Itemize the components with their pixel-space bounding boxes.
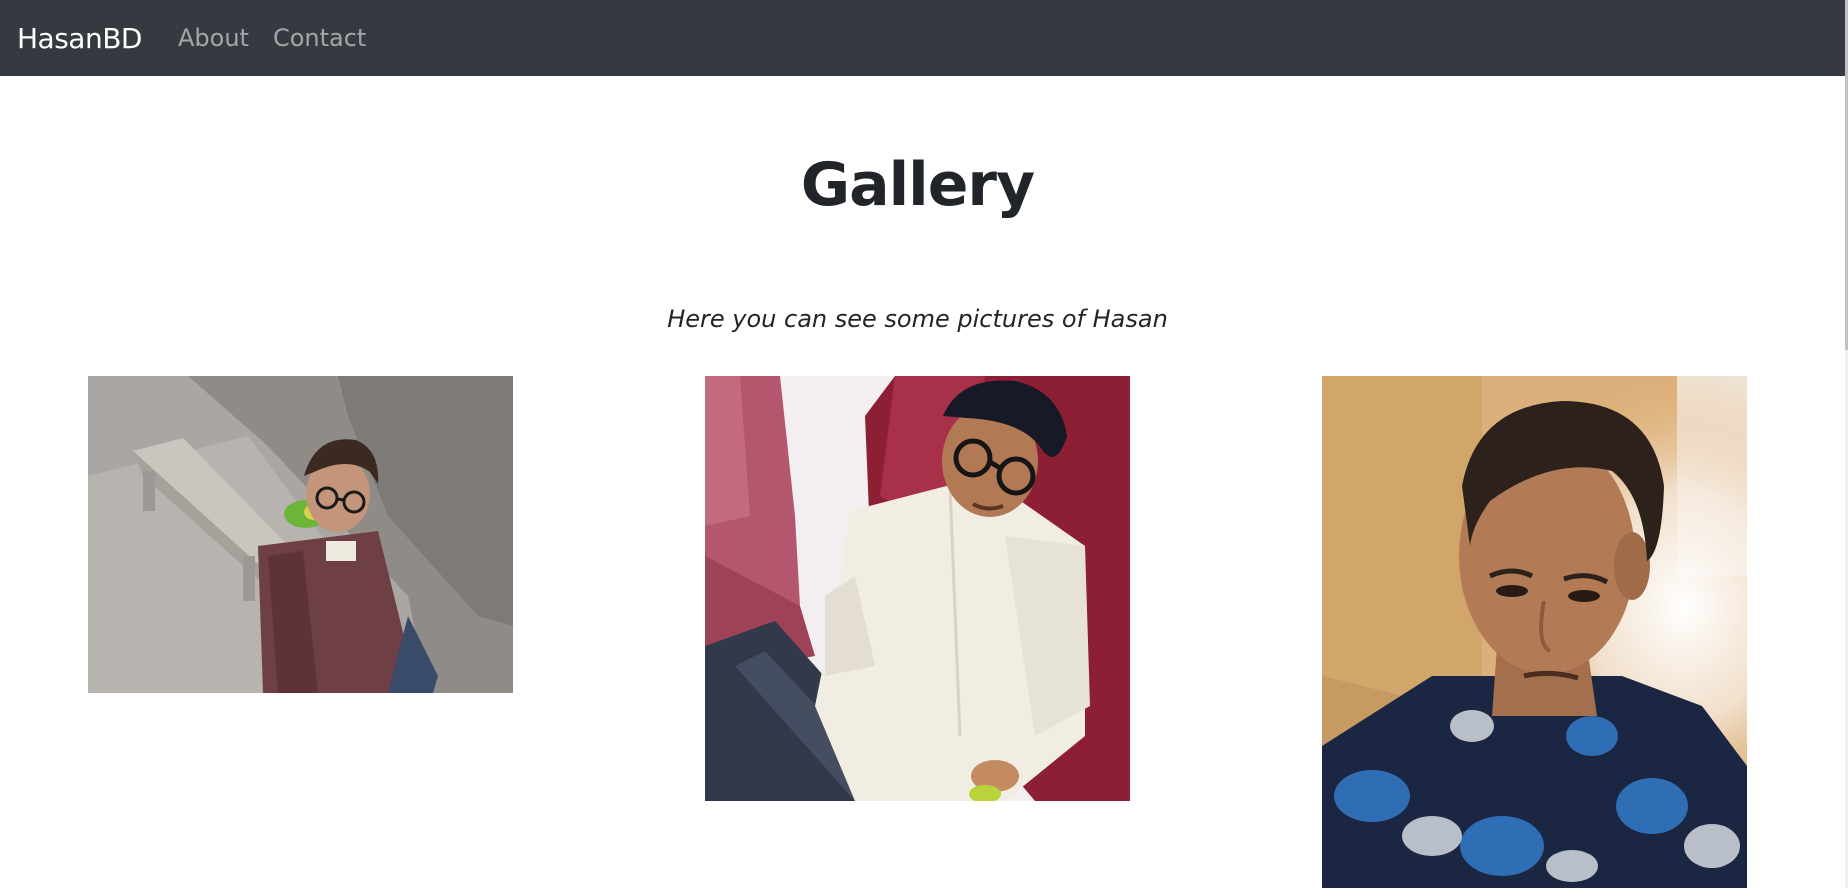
- photo-selfie-concrete-bench-image: [88, 376, 513, 693]
- nav-link-contact[interactable]: Contact: [273, 24, 366, 52]
- gallery-photo-2: [705, 376, 1130, 801]
- gallery-photo-3: [1322, 376, 1747, 888]
- page-subtitle: Here you can see some pictures of Hasan: [667, 305, 1168, 333]
- page: HasanBD About Contact Gallery Here you c…: [0, 0, 1848, 888]
- photo-white-kurta-red-sofa-image: [705, 376, 1130, 801]
- brand-link[interactable]: HasanBD: [17, 22, 142, 55]
- photo-blue-floral-shirt-closeup-image: [1322, 376, 1747, 888]
- nav-link-about[interactable]: About: [178, 24, 249, 52]
- top-navbar: HasanBD About Contact: [0, 0, 1845, 76]
- page-title: Gallery: [800, 150, 1035, 220]
- gallery-photo-1: [88, 376, 513, 693]
